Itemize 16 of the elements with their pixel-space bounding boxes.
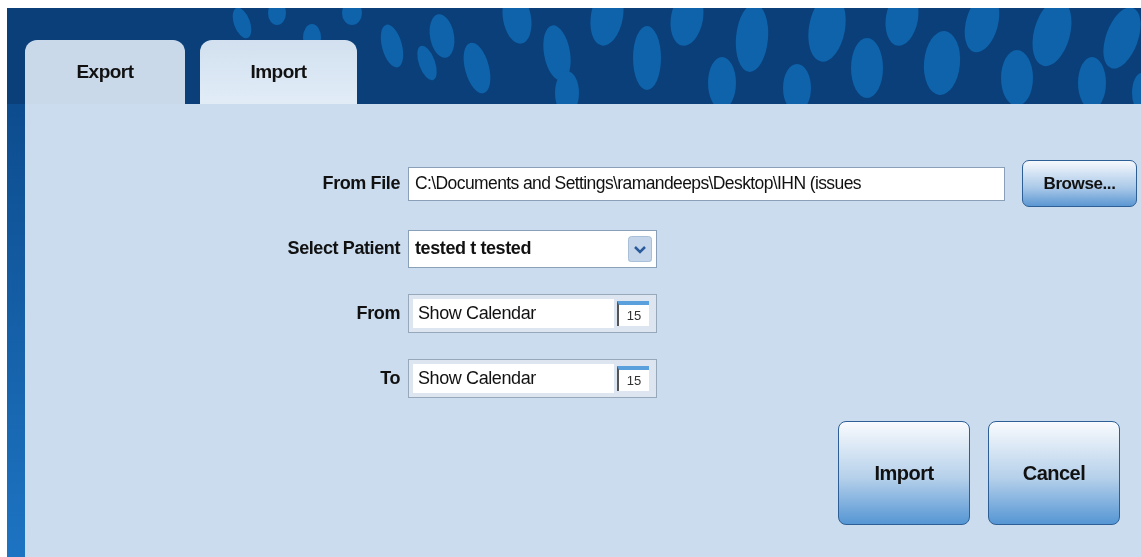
file-path-field[interactable]: C:\Documents and Settings\ramandeeps\Desktop\IHN (issues <box>408 166 1005 201</box>
patient-dropdown[interactable]: tested t tested <box>408 229 657 268</box>
dialog-button[interactable]: Cancel <box>988 421 1120 525</box>
tab[interactable]: Import <box>200 40 357 104</box>
field-label: From <box>356 303 400 324</box>
tab[interactable]: Export <box>25 40 185 104</box>
field-label: Select Patient <box>287 238 400 259</box>
field-label: To <box>380 368 400 389</box>
browse-button[interactable]: Browse... <box>1022 160 1137 207</box>
dialog-button[interactable]: Import <box>838 421 970 525</box>
field-label: From File <box>322 173 400 194</box>
calendar-icon[interactable]: 15 <box>617 301 649 326</box>
date-field[interactable]: Show Calendar 15 <box>408 294 657 333</box>
date-field[interactable]: Show Calendar 15 <box>408 359 657 398</box>
chevron-down-icon <box>628 235 652 262</box>
calendar-icon[interactable]: 15 <box>617 366 649 391</box>
